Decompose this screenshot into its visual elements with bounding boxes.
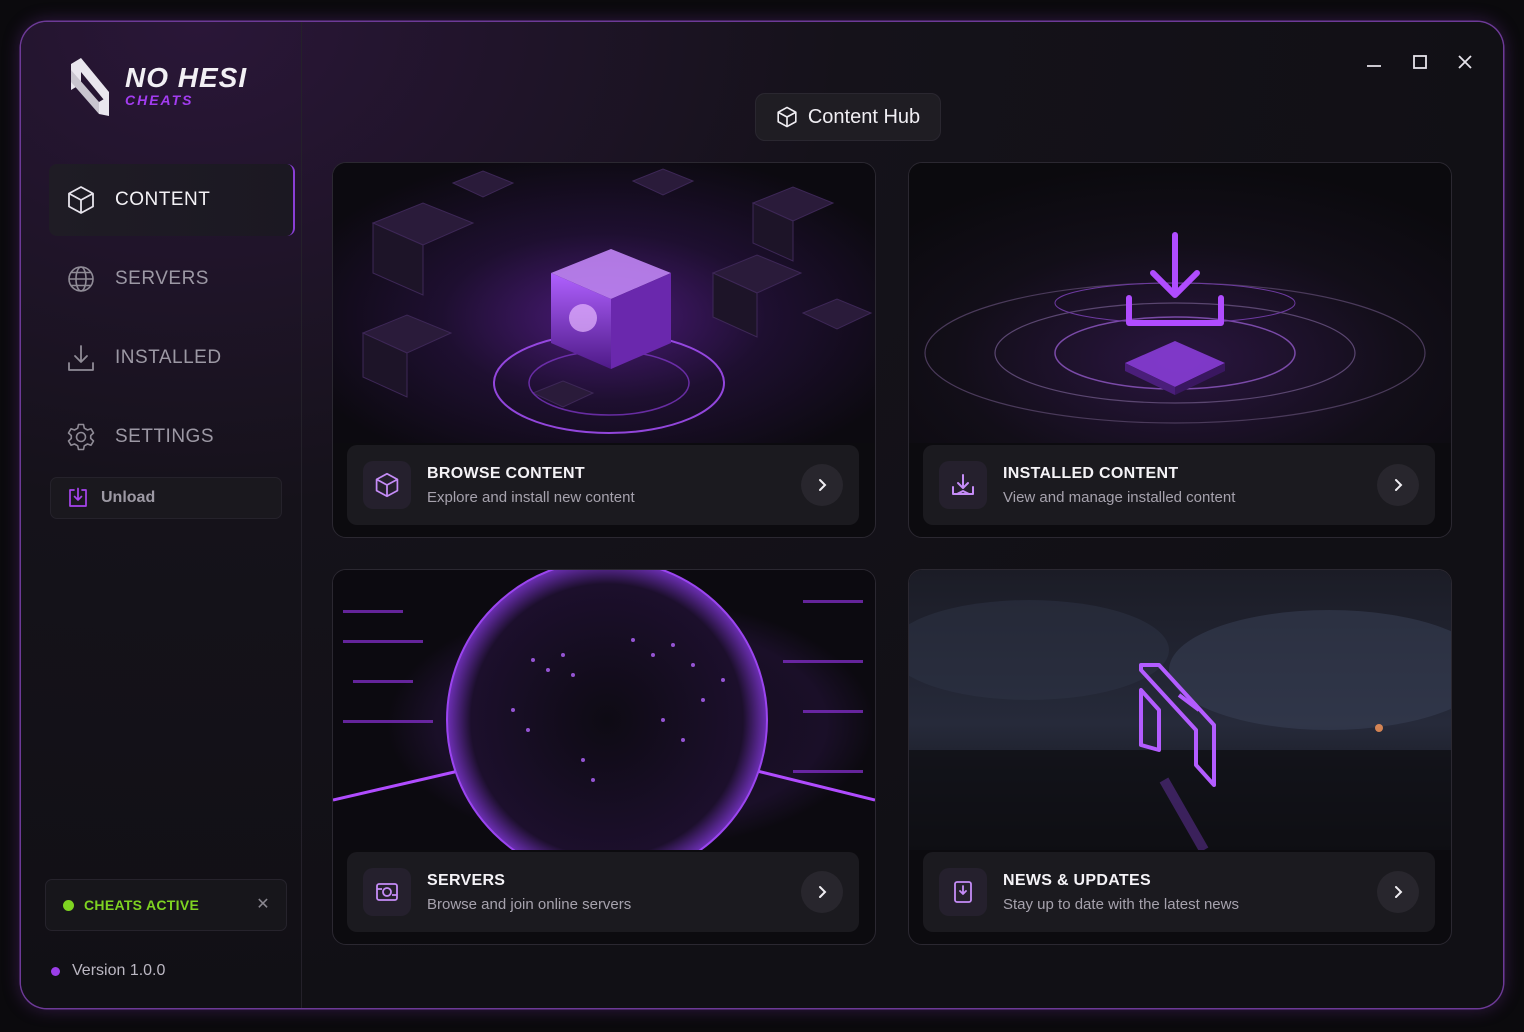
unload-button[interactable]: Unload (50, 477, 282, 519)
card-description: Stay up to date with the latest news (1003, 895, 1239, 913)
cube-icon (65, 184, 97, 216)
sidebar-item-settings[interactable]: SETTINGS (49, 401, 293, 473)
sidebar-item-installed[interactable]: INSTALLED (49, 322, 293, 394)
news-icon (939, 868, 987, 916)
no-hesi-logo-icon (71, 58, 109, 116)
card-title: SERVERS (427, 871, 506, 889)
card-footer: SERVERS Browse and join online servers (347, 852, 859, 932)
card-footer: INSTALLED CONTENT View and manage instal… (923, 445, 1435, 525)
chevron-right-icon[interactable] (1377, 871, 1419, 913)
card-footer: BROWSE CONTENT Explore and install new c… (347, 445, 859, 525)
close-icon[interactable]: ✕ (254, 895, 272, 913)
hub-label: Content Hub (807, 105, 921, 128)
content-hub-title: Content Hub (755, 93, 941, 141)
logo: NO HESI CHEATS (69, 54, 247, 116)
card-title: NEWS & UPDATES (1003, 871, 1151, 889)
card-description: Browse and join online servers (427, 895, 632, 913)
card-title: BROWSE CONTENT (427, 464, 585, 482)
chevron-right-icon[interactable] (801, 464, 843, 506)
sidebar-item-label: SERVERS (115, 268, 209, 289)
cube-icon (776, 106, 798, 128)
version-dot (51, 966, 60, 976)
servers-artwork (333, 570, 875, 850)
unload-label: Unload (101, 489, 156, 506)
unload-icon (67, 487, 89, 509)
globe-icon (65, 263, 97, 295)
status-dot (63, 899, 74, 911)
news-updates-card[interactable]: NEWS & UPDATES Stay up to date with the … (908, 569, 1452, 945)
download-icon (65, 342, 97, 374)
close-button[interactable] (1453, 50, 1477, 74)
status-badge: CHEATS ACTIVE ✕ (45, 879, 287, 931)
browse-content-card[interactable]: BROWSE CONTENT Explore and install new c… (332, 162, 876, 538)
card-footer: NEWS & UPDATES Stay up to date with the … (923, 852, 1435, 932)
installed-content-artwork (909, 163, 1451, 443)
server-icon (363, 868, 411, 916)
minimize-icon (1367, 65, 1381, 67)
sidebar: NO HESI CHEATS CONTENT SERVERS INSTALLED… (21, 22, 302, 1008)
sidebar-item-label: SETTINGS (115, 426, 215, 447)
card-title: INSTALLED CONTENT (1003, 464, 1179, 482)
maximize-button[interactable] (1408, 50, 1432, 74)
cube-icon (363, 461, 411, 509)
sidebar-item-label: INSTALLED (115, 347, 222, 368)
servers-card[interactable]: SERVERS Browse and join online servers (332, 569, 876, 945)
chevron-right-icon[interactable] (801, 871, 843, 913)
chevron-right-icon[interactable] (1377, 464, 1419, 506)
browse-content-artwork (333, 163, 875, 443)
installed-content-card[interactable]: INSTALLED CONTENT View and manage instal… (908, 162, 1452, 538)
close-icon (1458, 55, 1472, 69)
brand-subtitle: CHEATS (125, 91, 194, 108)
card-description: View and manage installed content (1003, 488, 1236, 506)
version-label: Version 1.0.0 (72, 962, 166, 979)
gear-icon (65, 421, 97, 453)
download-tray-icon (939, 461, 987, 509)
version-info: Version 1.0.0 (51, 962, 165, 980)
card-description: Explore and install new content (427, 488, 635, 506)
app-window: NO HESI CHEATS CONTENT SERVERS INSTALLED… (21, 22, 1503, 1008)
sidebar-item-servers[interactable]: SERVERS (49, 243, 293, 315)
minimize-button[interactable] (1362, 50, 1386, 74)
brand-title: NO HESI (125, 61, 248, 93)
status-label: CHEATS ACTIVE (84, 897, 200, 913)
sidebar-item-content[interactable]: CONTENT (49, 164, 295, 236)
maximize-icon (1413, 55, 1427, 69)
sidebar-item-label: CONTENT (115, 189, 211, 210)
news-updates-artwork (909, 570, 1451, 850)
